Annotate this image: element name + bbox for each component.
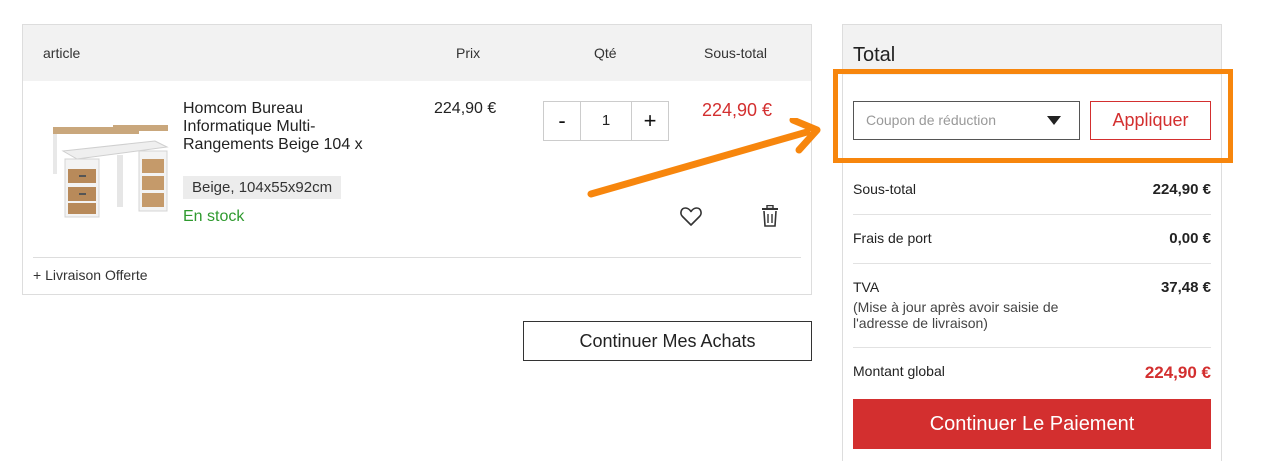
summary-label: Sous-total (853, 181, 917, 197)
continue-shopping-button[interactable]: Continuer Mes Achats (523, 321, 812, 361)
quantity-stepper: - 1 + (543, 101, 669, 141)
continue-payment-button[interactable]: Continuer Le Paiement (853, 399, 1211, 449)
header-quantity: Qté (594, 45, 617, 61)
summary-label: TVA (853, 279, 880, 295)
coupon-placeholder: Coupon de réduction (866, 112, 996, 128)
summary-divider (853, 214, 1211, 215)
cart-panel: article Prix Qté Sous-total Homcom Burea… (22, 24, 812, 295)
order-summary-panel: Total Coupon de réduction Appliquer Sous… (842, 24, 1222, 461)
header-price: Prix (456, 45, 481, 61)
product-subtotal: 224,90 € (702, 100, 773, 120)
product-image[interactable] (43, 115, 171, 225)
summary-label: Frais de port (853, 230, 932, 246)
summary-divider (853, 347, 1211, 348)
quantity-increase-button[interactable]: + (632, 102, 668, 140)
apply-coupon-button[interactable]: Appliquer (1090, 101, 1211, 140)
summary-value: 0,00 € (1169, 230, 1211, 247)
product-name[interactable]: Homcom Bureau Informatique Multi-Rangeme… (183, 100, 388, 154)
header-article: article (43, 45, 81, 61)
header-subtotal: Sous-total (704, 45, 768, 61)
quantity-input[interactable]: 1 (580, 102, 632, 140)
summary-total-value: 224,90 € (1144, 363, 1211, 382)
summary-title: Total (853, 44, 896, 66)
shipping-note: + Livraison Offerte (33, 267, 148, 283)
summary-header: Total (843, 25, 1221, 75)
summary-label: Montant global (853, 363, 945, 379)
product-variant: Beige, 104x55x92cm (183, 176, 342, 199)
summary-value: 224,90 € (1152, 181, 1211, 198)
coupon-select[interactable]: Coupon de réduction (853, 101, 1080, 140)
cart-header: article Prix Qté Sous-total (23, 25, 811, 81)
trash-icon[interactable] (761, 205, 779, 227)
stock-status: En stock (183, 208, 245, 225)
product-price: 224,90 € (434, 100, 497, 117)
summary-value: 37,48 € (1160, 279, 1211, 296)
heart-icon[interactable] (679, 205, 703, 227)
cart-divider (33, 257, 801, 258)
tax-note: (Mise à jour après avoir saisie de l'adr… (853, 299, 1059, 331)
caret-down-icon (1047, 116, 1061, 125)
summary-divider (853, 263, 1211, 264)
quantity-decrease-button[interactable]: - (544, 102, 580, 140)
